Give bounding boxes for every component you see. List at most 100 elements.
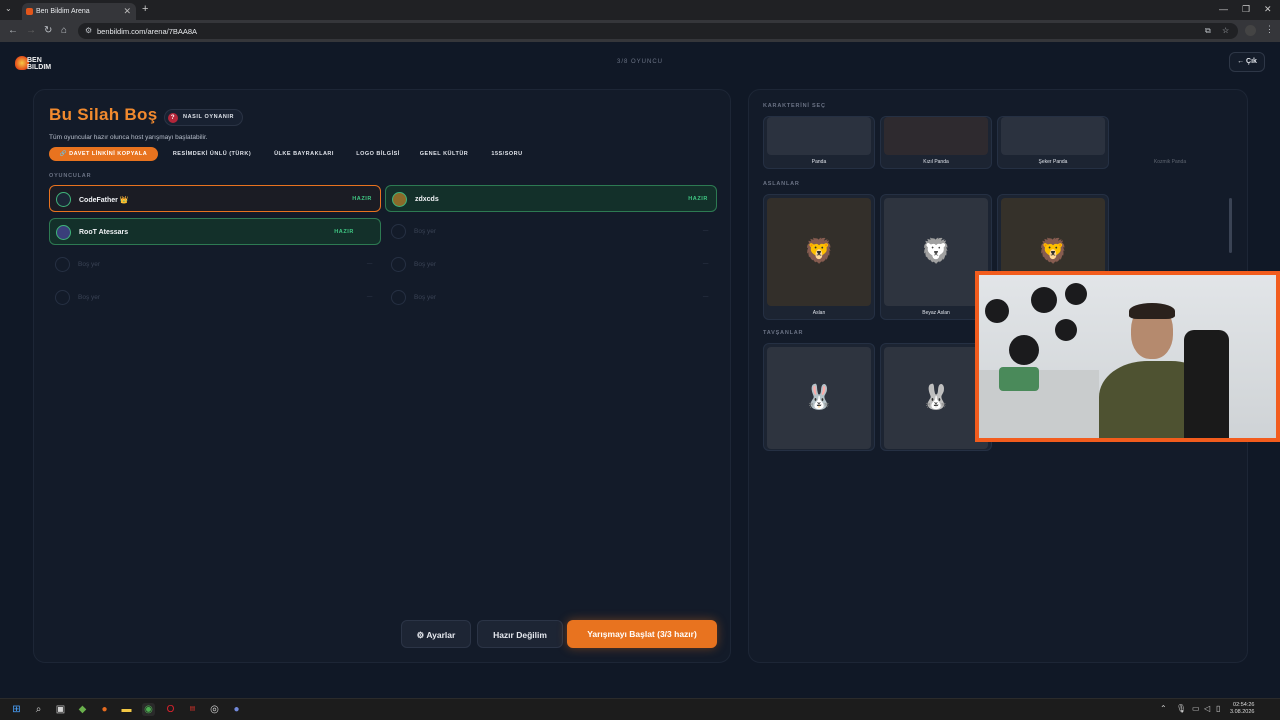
avatar (392, 192, 407, 207)
chip-category-general[interactable]: GENEL KÜLTÜR (414, 147, 474, 161)
character-name: Kozmik Panda (1153, 159, 1187, 165)
tray-overflow-icon[interactable]: ⌃ (1160, 704, 1167, 713)
windows-taskbar: ⊞ ⌕ ▣ ◆ ● ▬ ◉ O ▤ ◎ ● ⌃ 🎙 ▭ ◁ ▯ 02:54:26… (0, 698, 1280, 720)
avatar (55, 257, 70, 272)
copy-invite-link-button[interactable]: 🔗 DAVET LİNKİNİ KOPYALA (49, 147, 158, 161)
gaming-chair (1184, 330, 1229, 438)
chip-category-turkish-celebrity[interactable]: RESİMDEKİ ÜNLÜ (TÜRK) (166, 147, 258, 161)
player-status: HAZIR (334, 229, 354, 235)
exit-button[interactable]: ← Çık (1229, 52, 1265, 72)
lobby-panel: Bu Silah Boş ? NASIL OYNANIR Tüm oyuncul… (33, 89, 731, 663)
empty-slot-status: — (702, 228, 709, 234)
browser-menu-icon[interactable]: ⋮ (1265, 24, 1274, 35)
character-image: 🐰 (767, 347, 871, 449)
task-view-icon[interactable]: ▣ (54, 703, 67, 716)
settings-button[interactable]: ⚙ Ayarlar (401, 620, 471, 648)
app-icon[interactable]: ▤ (186, 703, 199, 716)
empty-slot-status: — (702, 261, 709, 267)
character-name: Panda (811, 159, 827, 165)
volume-icon[interactable]: ◁ (1204, 704, 1210, 713)
logo-text: BEN BILDIM (27, 57, 52, 71)
character-card-sugar-panda[interactable]: Şeker Panda (997, 116, 1109, 169)
microphone-icon[interactable]: 🎙 (1176, 704, 1186, 713)
firefox-icon[interactable]: ● (98, 703, 111, 716)
character-image: 🐰 (884, 347, 988, 449)
gray-rabbit-icon: 🐰 (921, 384, 951, 411)
browser-tab[interactable]: Ben Bildim Arena ✕ (22, 3, 136, 20)
obs-icon[interactable]: ◎ (208, 703, 221, 716)
empty-slot-label: Boş yer (414, 228, 437, 235)
close-window-icon[interactable]: ✕ (1264, 4, 1272, 15)
golden-lion-icon: 🦁 (1038, 238, 1068, 265)
empty-slot: Boş yer — (385, 251, 717, 278)
back-icon[interactable]: ← (8, 25, 18, 36)
character-card-panda[interactable]: Panda (763, 116, 875, 169)
start-game-button[interactable]: Yarışmayı Başlat (3/3 hazır) (567, 620, 717, 648)
character-list-scrollbar[interactable] (1229, 198, 1232, 253)
player-slot: zdxcds HAZIR (385, 185, 717, 212)
reload-icon[interactable]: ↻ (44, 25, 52, 36)
file-explorer-icon[interactable]: ▬ (120, 703, 133, 716)
system-clock[interactable]: 02:54:26 3.08.2026 (1230, 702, 1254, 716)
wall-decor (1055, 319, 1077, 341)
empty-slot: Boş yer — (49, 251, 381, 278)
character-card-cosmic-panda[interactable]: Kozmik Panda (1114, 116, 1226, 169)
chip-time-per-question[interactable]: 15S/SORU (482, 147, 532, 161)
windows-start-icon[interactable]: ⊞ (10, 703, 23, 716)
address-bar[interactable]: ⚙ benbildim.com/arena/7BAA8A ⧉ ☆ (78, 23, 1238, 39)
battery-icon[interactable]: ▯ (1216, 704, 1220, 713)
tab-search-icon[interactable]: ⌄ (5, 4, 12, 13)
discord-icon[interactable]: ● (230, 703, 243, 716)
wall-decor (1009, 335, 1039, 365)
player-slot: RooT Atessars HAZIR (49, 218, 381, 245)
not-ready-button[interactable]: Hazır Değilim (477, 620, 563, 648)
empty-slot: Boş yer — (49, 284, 381, 311)
avatar (56, 225, 71, 240)
how-to-play-label: NASIL OYNANIR (183, 114, 235, 120)
chip-category-flags[interactable]: ÜLKE BAYRAKLARI (266, 147, 342, 161)
profile-avatar[interactable] (1245, 25, 1256, 36)
white-lion-icon: 🦁 (921, 238, 951, 265)
character-name: Kızıl Panda (923, 159, 949, 165)
home-icon[interactable]: ⌂ (61, 25, 67, 36)
minimize-icon[interactable]: — (1219, 4, 1228, 14)
players-section-label: OYUNCULAR (49, 173, 92, 179)
character-image (1001, 117, 1105, 155)
site-info-icon[interactable]: ⚙ (85, 26, 92, 35)
tab-title: Ben Bildim Arena (36, 8, 90, 15)
empty-slot-label: Boş yer (414, 261, 437, 268)
character-card-red-panda[interactable]: Kızıl Panda (880, 116, 992, 169)
close-tab-icon[interactable]: ✕ (123, 6, 131, 17)
empty-slot: Boş yer — (385, 284, 717, 311)
player-status: HAZIR (688, 196, 708, 202)
new-tab-icon[interactable]: + (142, 3, 148, 15)
search-icon[interactable]: ⌕ (32, 703, 45, 716)
browser-tab-bar: ⌄ Ben Bildim Arena ✕ + — ❐ ✕ (0, 0, 1280, 20)
desk (979, 370, 1099, 438)
character-image (884, 117, 988, 155)
character-name: Aslan (812, 310, 826, 316)
character-card-lion[interactable]: 🦁 Aslan (763, 194, 875, 320)
bookmark-star-icon[interactable]: ☆ (1222, 26, 1229, 35)
clock-date: 3.08.2026 (1230, 709, 1255, 715)
avatar (391, 257, 406, 272)
player-name: CodeFather 👑 (79, 197, 129, 204)
character-card-rabbit[interactable]: 🐰 (763, 343, 875, 451)
player-name: RooT Atessars (79, 229, 129, 236)
copilot-icon[interactable]: ◆ (76, 703, 89, 716)
chip-category-logo[interactable]: LOGO BİLGİSİ (349, 147, 407, 161)
lobby-subtitle: Tüm oyuncular hazır olunca host yarışmay… (49, 134, 208, 141)
chrome-icon[interactable]: ◉ (142, 703, 155, 716)
player-name: zdxcds (415, 196, 439, 203)
maximize-icon[interactable]: ❐ (1242, 4, 1250, 15)
forward-icon[interactable]: → (26, 25, 36, 36)
empty-slot-status: — (366, 294, 373, 300)
opera-icon[interactable]: O (164, 703, 177, 716)
desk-items (999, 367, 1039, 391)
rabbit-icon: 🐰 (804, 384, 834, 411)
character-image: 🦁 (767, 198, 871, 306)
install-icon[interactable]: ⧉ (1205, 26, 1211, 36)
how-to-play-button[interactable]: ? NASIL OYNANIR (164, 109, 244, 126)
character-image: 🦁 (884, 198, 988, 306)
network-icon[interactable]: ▭ (1192, 704, 1200, 713)
